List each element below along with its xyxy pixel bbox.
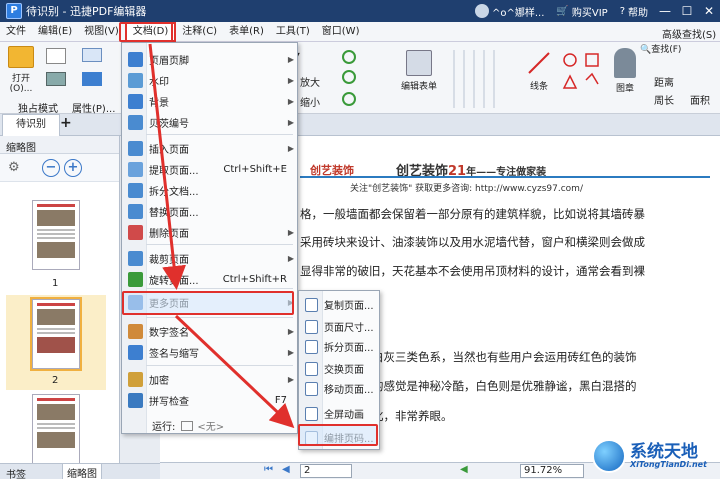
arrow-to-more-pages [148,43,186,290]
watermark: 系统天地 XiTongTianDi.net [592,437,716,475]
arrow-to-arrange-pages [174,314,295,429]
globe-logo-icon [592,439,626,473]
annotation-arrows [148,43,295,429]
